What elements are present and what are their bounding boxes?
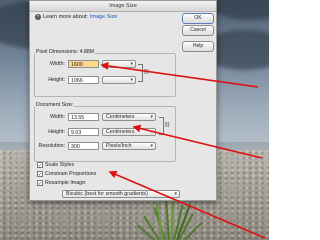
ok-button[interactable]: OK	[182, 13, 214, 24]
constrain-proportions-checkbox[interactable]: ✓ Constrain Proportions	[37, 171, 97, 178]
resample-method-select[interactable]: Bicubic (best for smooth gradients) ▾	[62, 190, 180, 198]
image-size-dialog: Image Size ? Learn more about: Image Siz…	[29, 0, 217, 201]
chevron-down-icon: ▾	[130, 77, 133, 83]
pixel-height-input[interactable]: 1066	[68, 76, 99, 84]
pixel-height-unit-select[interactable]: ▾	[102, 76, 136, 84]
doc-width-label: Width:	[49, 114, 65, 120]
resample-method-value: Bicubic (best for smooth gradients)	[66, 191, 148, 197]
pixel-height-label: Height:	[48, 77, 65, 83]
scale-styles-checkbox[interactable]: ✓ Scale Styles	[37, 162, 75, 169]
chevron-down-icon: ▾	[150, 114, 153, 120]
checkmark-icon[interactable]: ✓	[37, 162, 43, 169]
chevron-down-icon: ▾	[130, 61, 133, 67]
doc-height-unit: Centimeters	[106, 129, 135, 135]
scale-styles-label: Scale Styles	[45, 162, 75, 168]
doc-height-input[interactable]: 9.03	[68, 128, 99, 136]
chevron-down-icon: ▾	[150, 129, 153, 135]
pixel-width-label: Width:	[49, 61, 65, 67]
doc-width-unit: Centimeters	[106, 114, 135, 120]
pixel-width-unit-select[interactable]: ▾	[102, 60, 136, 68]
checkmark-icon[interactable]: ✓	[37, 180, 43, 187]
resolution-label: Resolution:	[38, 143, 66, 149]
doc-height-label: Height:	[48, 129, 65, 135]
doc-width-input[interactable]: 13.55	[68, 113, 99, 121]
learn-more-link[interactable]: Image Size	[90, 14, 118, 20]
pixel-width-input[interactable]: 1600	[68, 60, 99, 68]
resolution-unit-select[interactable]: Pixels/Inch ▾	[102, 142, 156, 150]
pixel-dimensions-legend: Pixel Dimensions: 4.88M	[35, 49, 96, 55]
document-size-legend: Document Size:	[35, 102, 75, 108]
grass-tuft	[118, 196, 228, 240]
checkmark-icon[interactable]: ✓	[37, 171, 43, 178]
resolution-unit: Pixels/Inch	[106, 143, 132, 149]
help-button[interactable]: Help	[182, 41, 214, 52]
chevron-down-icon: ▾	[150, 143, 153, 149]
learn-more-prefix: Learn more about:	[43, 14, 88, 20]
cancel-button[interactable]: Cancel	[182, 25, 214, 36]
constrain-proportions-label: Constrain Proportions	[45, 171, 97, 177]
chevron-down-icon: ▾	[174, 191, 177, 197]
help-circle-icon: ?	[35, 14, 41, 20]
doc-height-unit-select[interactable]: Centimeters ▾	[102, 128, 156, 136]
dialog-title: Image Size	[30, 1, 216, 12]
chain-link-icon: ⛓	[164, 122, 171, 128]
doc-width-unit-select[interactable]: Centimeters ▾	[102, 113, 156, 121]
resample-image-label: Resample Image:	[45, 180, 87, 186]
resample-image-checkbox[interactable]: ✓ Resample Image:	[37, 180, 87, 187]
chain-link-icon: ⛓	[143, 69, 150, 75]
learn-more: ? Learn more about: Image Size	[35, 14, 117, 20]
resolution-input[interactable]: 300	[68, 142, 99, 150]
